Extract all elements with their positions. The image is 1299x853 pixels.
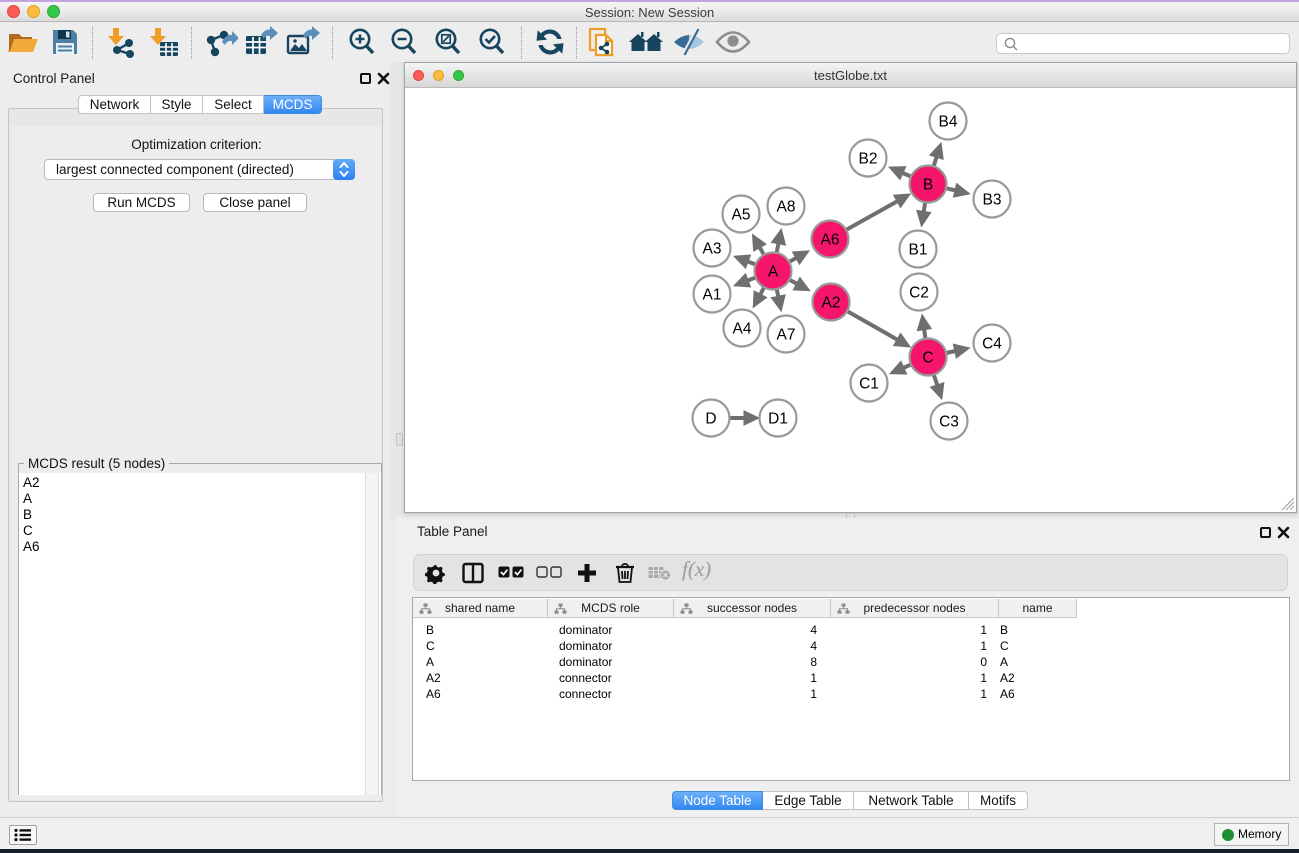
svg-text:A8: A8 xyxy=(777,198,796,215)
svg-text:C4: C4 xyxy=(982,335,1002,352)
svg-text:A2: A2 xyxy=(822,294,841,311)
svg-text:A3: A3 xyxy=(703,240,722,257)
svg-text:B3: B3 xyxy=(983,191,1002,208)
svg-text:A1: A1 xyxy=(703,286,722,303)
svg-text:B1: B1 xyxy=(909,241,928,258)
svg-text:C: C xyxy=(922,349,933,366)
svg-text:D: D xyxy=(705,410,716,427)
svg-text:A: A xyxy=(768,263,779,280)
svg-text:C2: C2 xyxy=(909,284,929,301)
svg-text:B: B xyxy=(923,176,933,193)
svg-text:A5: A5 xyxy=(732,206,751,223)
svg-text:C1: C1 xyxy=(859,375,879,392)
svg-text:A4: A4 xyxy=(733,320,752,337)
svg-text:D1: D1 xyxy=(768,410,788,427)
svg-text:C3: C3 xyxy=(939,413,959,430)
svg-text:B4: B4 xyxy=(939,113,958,130)
svg-text:A7: A7 xyxy=(777,326,796,343)
svg-text:A6: A6 xyxy=(821,231,840,248)
svg-text:B2: B2 xyxy=(859,150,878,167)
